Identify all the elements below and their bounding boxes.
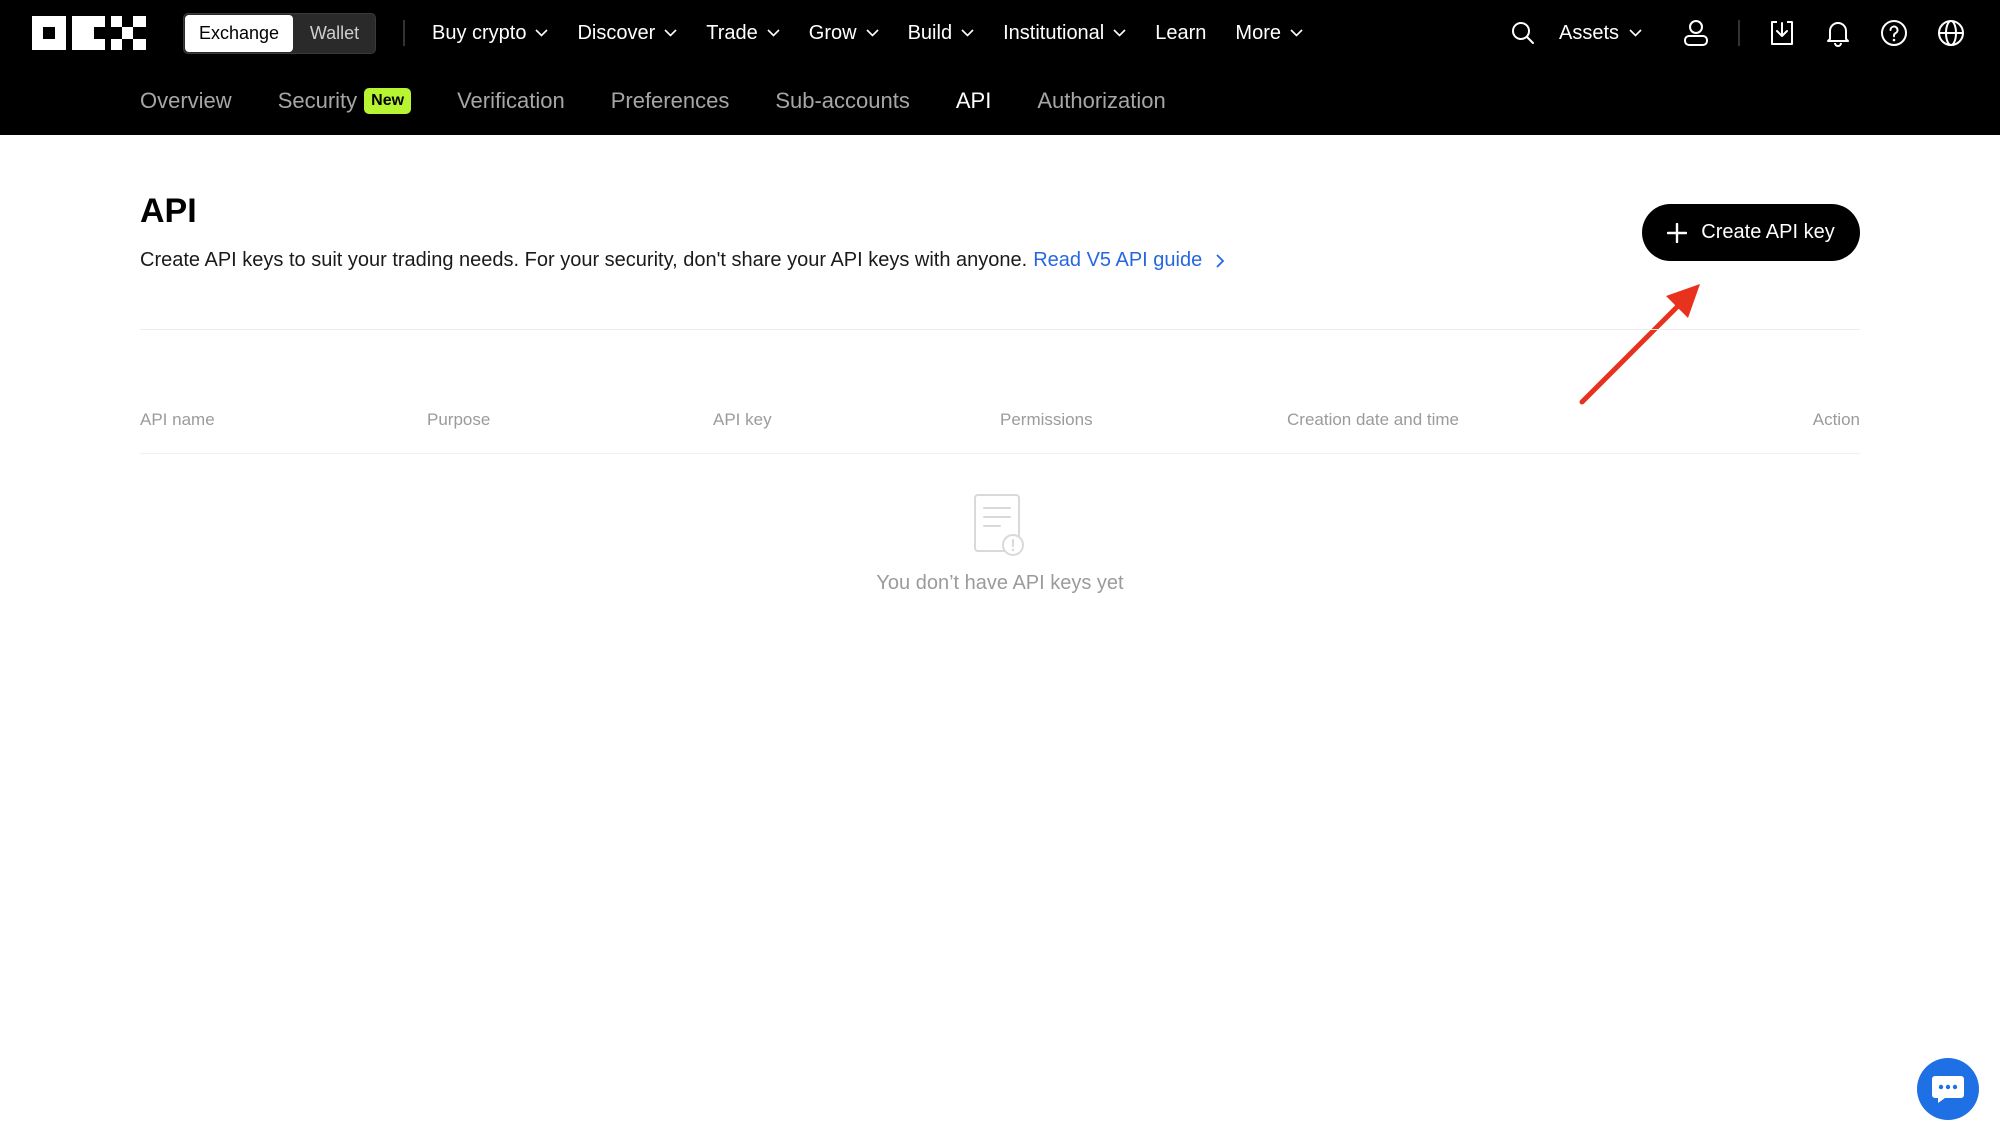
menu-item-label: Build	[907, 21, 953, 44]
help-icon[interactable]	[1879, 18, 1909, 48]
bell-icon[interactable]	[1823, 18, 1853, 48]
column-header-api-name: API name	[140, 410, 215, 429]
chevron-down-icon	[1113, 29, 1126, 37]
menu-item-label: Institutional	[1003, 21, 1105, 44]
new-badge: New	[364, 87, 412, 114]
nav-divider	[403, 20, 405, 46]
chevron-down-icon	[535, 29, 549, 37]
account-subnav: Overview Security New Verification Prefer…	[0, 66, 2000, 135]
menu-item-institutional[interactable]: Institutional	[1003, 22, 1126, 45]
api-guide-link-label: Read V5 API guide	[1033, 249, 1203, 271]
description-text: Create API keys to suit your trading nee…	[140, 249, 1028, 271]
column-header-purpose: Purpose	[427, 410, 491, 429]
tab-label: Overview	[140, 87, 232, 113]
menu-item-label: Buy crypto	[432, 21, 527, 44]
menu-item-discover[interactable]: Discover	[577, 22, 677, 45]
tab-verification[interactable]: Verification	[457, 88, 565, 114]
tab-overview[interactable]: Overview	[140, 88, 232, 114]
okx-logo[interactable]	[32, 16, 146, 50]
globe-icon[interactable]	[1936, 18, 1966, 48]
api-guide-link[interactable]: Read V5 API guide	[1033, 249, 1225, 272]
tab-label: Authorization	[1037, 87, 1166, 113]
menu-item-label: More	[1235, 21, 1281, 44]
column-header-action: Action	[1812, 410, 1860, 429]
menu-item-label: Grow	[808, 21, 857, 44]
plus-icon	[1667, 222, 1688, 243]
menu-item-grow[interactable]: Grow	[809, 22, 879, 45]
tab-label: API	[955, 87, 992, 113]
chevron-down-icon	[664, 29, 677, 37]
main-menu: Buy crypto Discover Trade Grow Build Ins…	[432, 0, 1332, 66]
chevron-down-icon	[1629, 29, 1642, 37]
chevron-down-icon	[767, 29, 780, 37]
chevron-right-icon	[1216, 253, 1225, 268]
tab-preferences[interactable]: Preferences	[611, 88, 730, 114]
tab-sub-accounts[interactable]: Sub-accounts	[775, 88, 910, 114]
menu-item-label: Trade	[706, 21, 758, 44]
chevron-down-icon	[1290, 29, 1303, 37]
main-nav: Exchange Wallet Buy crypto Discover Trad…	[0, 0, 2000, 66]
menu-item-learn[interactable]: Learn	[1155, 22, 1206, 45]
top-header: Exchange Wallet Buy crypto Discover Trad…	[0, 0, 2000, 135]
chevron-down-icon	[961, 29, 974, 37]
tab-authorization[interactable]: Authorization	[1037, 88, 1165, 114]
table-header: API name Purpose API key Permissions Cre…	[140, 410, 1860, 440]
chevron-down-icon	[866, 29, 879, 37]
tab-label: Security	[277, 87, 358, 113]
assets-label: Assets	[1559, 21, 1620, 44]
menu-item-buy-crypto[interactable]: Buy crypto	[432, 21, 549, 45]
nav-divider	[1738, 20, 1740, 46]
section-divider	[140, 329, 1860, 330]
menu-item-label: Learn	[1155, 21, 1207, 44]
page-description: Create API keys to suit your trading nee…	[140, 249, 1225, 272]
exchange-toggle-option[interactable]: Exchange	[185, 15, 293, 52]
annotation-arrow	[1570, 280, 1710, 410]
chat-bubble-icon	[1932, 1076, 1964, 1103]
tab-security[interactable]: Security New	[277, 87, 412, 114]
column-header-permissions: Permissions	[1000, 410, 1093, 429]
page-title: API	[140, 192, 197, 230]
create-api-key-button[interactable]: Create API key	[1642, 204, 1860, 261]
empty-document-icon	[972, 492, 1028, 558]
table-header-divider	[140, 453, 1860, 454]
menu-item-trade[interactable]: Trade	[706, 22, 780, 45]
assets-menu[interactable]: Assets	[1559, 0, 1642, 66]
empty-state-text: You don’t have API keys yet	[876, 572, 1124, 594]
tab-label: Verification	[457, 87, 565, 113]
create-api-key-label: Create API key	[1701, 221, 1835, 243]
tab-label: Sub-accounts	[775, 87, 910, 113]
menu-item-more[interactable]: More	[1235, 22, 1303, 45]
menu-item-label: Discover	[577, 21, 656, 44]
user-icon[interactable]	[1681, 18, 1711, 48]
empty-state: You don’t have API keys yet	[800, 492, 1200, 595]
exchange-wallet-toggle: Exchange Wallet	[183, 13, 376, 54]
tab-api[interactable]: API	[956, 88, 991, 114]
search-icon[interactable]	[1508, 18, 1538, 48]
download-icon[interactable]	[1767, 18, 1797, 48]
wallet-toggle-option[interactable]: Wallet	[294, 14, 375, 53]
column-header-creation-date: Creation date and time	[1287, 410, 1459, 429]
tab-label: Preferences	[610, 87, 730, 113]
menu-item-build[interactable]: Build	[908, 22, 974, 45]
column-header-api-key: API key	[713, 410, 772, 429]
chat-support-button[interactable]	[1917, 1058, 1979, 1120]
